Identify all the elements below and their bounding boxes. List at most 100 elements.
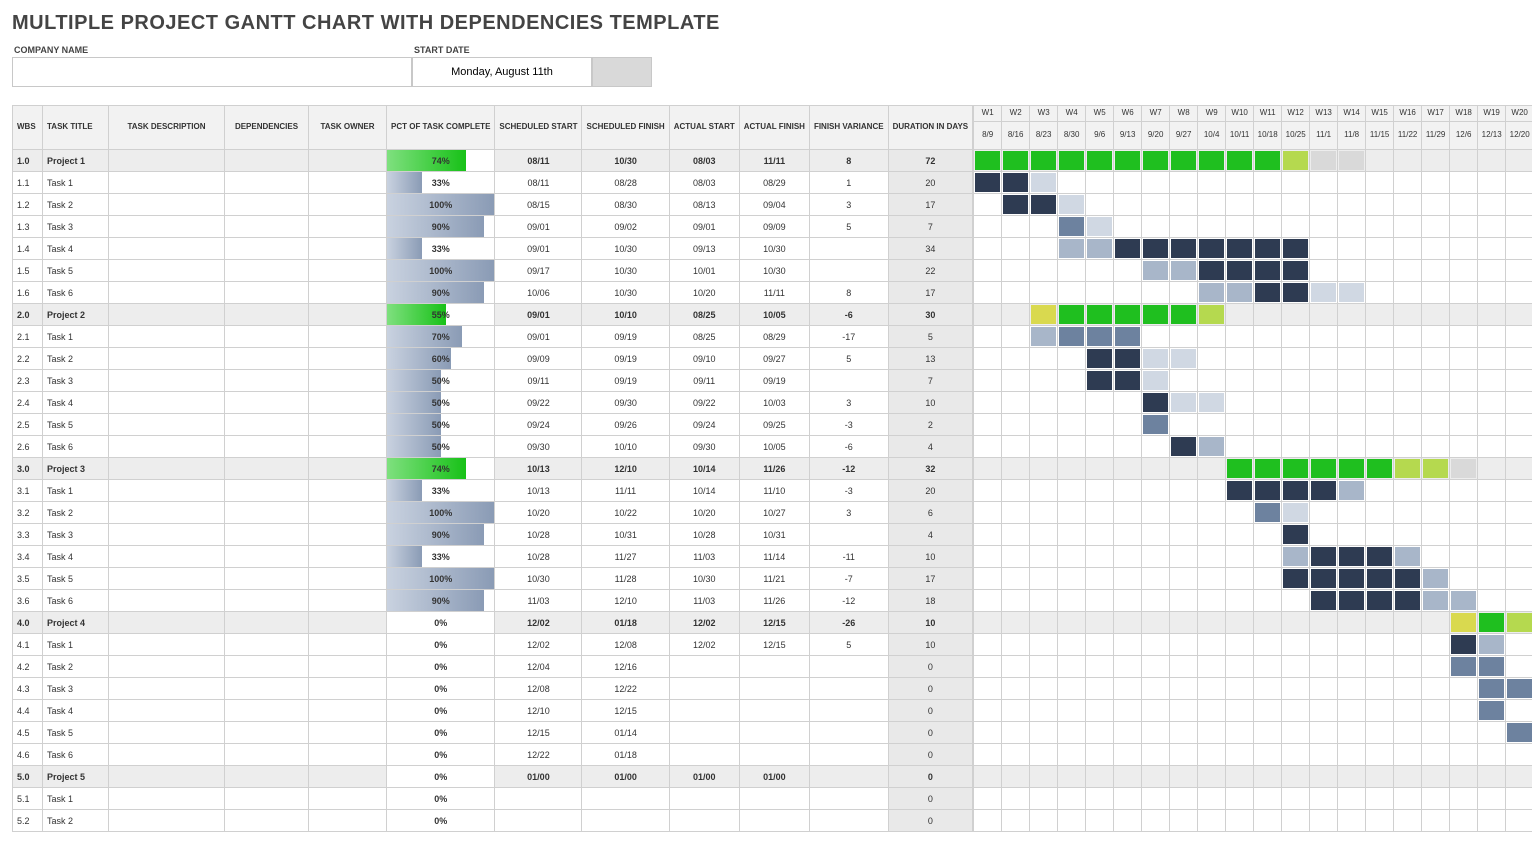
cell-pct[interactable]: 33% [387,480,495,502]
cell-wbs[interactable]: 3.2 [13,502,43,524]
task-row[interactable]: 3.4Task 433%10/2811/2711/0311/14-1110 [13,546,973,568]
cell-wbs[interactable]: 5.1 [13,788,43,810]
cell-sfinish[interactable]: 12/10 [582,590,669,612]
cell-desc[interactable] [109,150,225,172]
cell-var[interactable]: -12 [809,590,888,612]
cell-dur[interactable]: 4 [888,524,973,546]
project-row[interactable]: 2.0Project 255%09/0110/1008/2510/05-630 [13,304,973,326]
cell-dur[interactable]: 6 [888,502,973,524]
cell-title[interactable]: Task 4 [43,392,109,414]
cell-desc[interactable] [109,700,225,722]
cell-dur[interactable]: 0 [888,766,973,788]
cell-dur[interactable]: 20 [888,480,973,502]
cell-sstart[interactable]: 09/01 [495,238,582,260]
cell-dur[interactable]: 72 [888,150,973,172]
cell-dep[interactable] [225,634,309,656]
cell-astart[interactable]: 09/10 [669,348,739,370]
cell-astart[interactable]: 10/20 [669,502,739,524]
cell-dep[interactable] [225,568,309,590]
cell-dur[interactable]: 20 [888,172,973,194]
cell-astart[interactable]: 09/01 [669,216,739,238]
task-row[interactable]: 3.5Task 5100%10/3011/2810/3011/21-717 [13,568,973,590]
cell-own[interactable] [309,238,387,260]
cell-desc[interactable] [109,480,225,502]
cell-desc[interactable] [109,634,225,656]
cell-own[interactable] [309,260,387,282]
cell-astart[interactable]: 08/03 [669,150,739,172]
cell-var[interactable]: -7 [809,568,888,590]
cell-title[interactable]: Project 3 [43,458,109,480]
cell-dur[interactable]: 5 [888,326,973,348]
col-astart[interactable]: ACTUAL START [669,106,739,150]
cell-own[interactable] [309,524,387,546]
cell-desc[interactable] [109,744,225,766]
cell-dur[interactable]: 10 [888,634,973,656]
cell-dur[interactable]: 17 [888,568,973,590]
cell-desc[interactable] [109,612,225,634]
cell-astart[interactable]: 09/22 [669,392,739,414]
cell-sstart[interactable]: 09/09 [495,348,582,370]
cell-wbs[interactable]: 5.0 [13,766,43,788]
cell-dur[interactable]: 7 [888,216,973,238]
cell-var[interactable] [809,722,888,744]
cell-dur[interactable]: 13 [888,348,973,370]
task-row[interactable]: 3.2Task 2100%10/2010/2210/2010/2736 [13,502,973,524]
cell-pct[interactable]: 0% [387,656,495,678]
cell-title[interactable]: Task 2 [43,656,109,678]
cell-desc[interactable] [109,436,225,458]
cell-afinish[interactable]: 10/05 [739,436,809,458]
cell-sfinish[interactable]: 10/22 [582,502,669,524]
cell-sfinish[interactable]: 11/11 [582,480,669,502]
task-row[interactable]: 2.5Task 550%09/2409/2609/2409/25-32 [13,414,973,436]
cell-sfinish[interactable]: 01/14 [582,722,669,744]
cell-title[interactable]: Task 6 [43,436,109,458]
col-sstart[interactable]: SCHEDULED START [495,106,582,150]
cell-wbs[interactable]: 1.5 [13,260,43,282]
cell-astart[interactable]: 01/00 [669,766,739,788]
cell-afinish[interactable] [739,788,809,810]
cell-astart[interactable] [669,744,739,766]
cell-var[interactable]: 1 [809,172,888,194]
col-desc[interactable]: TASK DESCRIPTION [109,106,225,150]
cell-pct[interactable]: 100% [387,502,495,524]
cell-dur[interactable]: 2 [888,414,973,436]
cell-afinish[interactable]: 09/04 [739,194,809,216]
cell-title[interactable]: Task 2 [43,502,109,524]
cell-sstart[interactable]: 11/03 [495,590,582,612]
cell-dep[interactable] [225,458,309,480]
cell-wbs[interactable]: 5.2 [13,810,43,832]
cell-astart[interactable] [669,678,739,700]
cell-sfinish[interactable] [582,810,669,832]
task-row[interactable]: 3.6Task 690%11/0312/1011/0311/26-1218 [13,590,973,612]
cell-dep[interactable] [225,810,309,832]
cell-dur[interactable]: 22 [888,260,973,282]
cell-sfinish[interactable]: 08/28 [582,172,669,194]
cell-afinish[interactable]: 11/21 [739,568,809,590]
cell-sstart[interactable]: 10/20 [495,502,582,524]
cell-desc[interactable] [109,194,225,216]
cell-sfinish[interactable]: 12/08 [582,634,669,656]
cell-astart[interactable]: 11/03 [669,546,739,568]
cell-pct[interactable]: 50% [387,392,495,414]
cell-afinish[interactable]: 11/26 [739,590,809,612]
cell-astart[interactable]: 08/25 [669,326,739,348]
cell-title[interactable]: Project 1 [43,150,109,172]
cell-var[interactable]: 5 [809,216,888,238]
col-dep[interactable]: DEPENDENCIES [225,106,309,150]
cell-sstart[interactable]: 12/15 [495,722,582,744]
cell-dep[interactable] [225,414,309,436]
cell-afinish[interactable]: 09/25 [739,414,809,436]
cell-sfinish[interactable]: 10/30 [582,238,669,260]
cell-dep[interactable] [225,590,309,612]
task-row[interactable]: 2.4Task 450%09/2209/3009/2210/03310 [13,392,973,414]
cell-desc[interactable] [109,568,225,590]
cell-dep[interactable] [225,788,309,810]
cell-wbs[interactable]: 4.1 [13,634,43,656]
cell-title[interactable]: Task 1 [43,480,109,502]
cell-sfinish[interactable]: 10/31 [582,524,669,546]
cell-afinish[interactable] [739,722,809,744]
cell-own[interactable] [309,348,387,370]
cell-astart[interactable] [669,722,739,744]
cell-var[interactable] [809,260,888,282]
cell-sstart[interactable]: 10/28 [495,546,582,568]
